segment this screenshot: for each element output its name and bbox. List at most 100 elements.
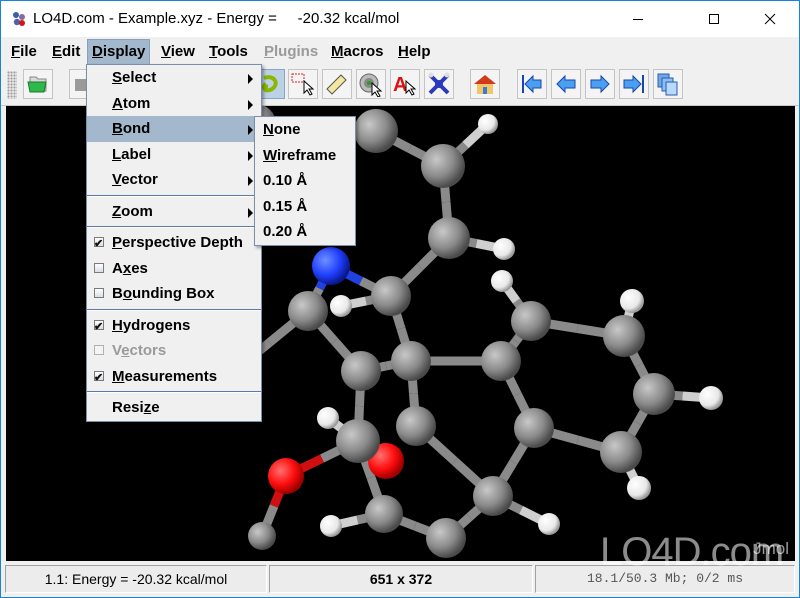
spin-pick-icon xyxy=(359,73,383,97)
atom-hydrogen[interactable] xyxy=(478,114,498,134)
atom-carbon[interactable] xyxy=(396,406,436,446)
atom-carbon[interactable] xyxy=(428,217,470,259)
checkbox-checked-icon[interactable] xyxy=(94,315,104,340)
molecule-drag-icon xyxy=(428,72,450,95)
atom-carbon[interactable] xyxy=(288,291,328,331)
open-file-button[interactable] xyxy=(23,69,53,99)
checkbox-checked-icon[interactable] xyxy=(94,232,104,258)
display-menu-item-atom[interactable]: Atom xyxy=(87,91,261,117)
menu-display[interactable]: Display xyxy=(87,39,151,65)
menu-label-part: V xyxy=(112,342,122,359)
previous-frame-button[interactable] xyxy=(551,69,581,99)
atom-carbon[interactable] xyxy=(514,408,554,448)
minimize-button[interactable] xyxy=(615,1,661,37)
bond-option-wireframe[interactable]: Wireframe xyxy=(255,143,355,169)
menu-mnemonic: x xyxy=(122,259,132,277)
home-button[interactable] xyxy=(470,69,500,99)
menu-edit[interactable]: Edit xyxy=(48,41,84,63)
label-pick-icon: A xyxy=(393,74,417,96)
copy-pages-button[interactable] xyxy=(653,69,683,99)
menu-tools-mnemonic: T xyxy=(209,43,218,60)
atom-hydrogen[interactable] xyxy=(538,513,560,535)
atom-carbon[interactable] xyxy=(391,341,431,381)
select-region-icon xyxy=(291,73,315,96)
menu-label-part: elect xyxy=(122,69,157,86)
menu-macros[interactable]: Macros xyxy=(327,41,388,63)
menu-label-part: easurements xyxy=(124,367,218,385)
menu-label-part: abel xyxy=(121,145,152,163)
checkbox-unchecked-icon[interactable] xyxy=(94,262,104,273)
display-menu-item-axes[interactable]: Axes xyxy=(87,256,261,282)
bond-option-0-10[interactable]: 0.10 Å xyxy=(255,168,355,194)
atom-carbon[interactable] xyxy=(600,431,642,473)
atom-hydrogen[interactable] xyxy=(493,238,515,260)
atom-carbon[interactable] xyxy=(633,373,675,415)
display-menu-item-hydrogens[interactable]: Hydrogens xyxy=(87,313,261,340)
checkbox-unchecked-icon[interactable] xyxy=(94,345,104,355)
atom-hydrogen[interactable] xyxy=(699,386,723,410)
atom-carbon[interactable] xyxy=(336,419,380,463)
atom-hydrogen[interactable] xyxy=(317,407,339,429)
maximize-button[interactable] xyxy=(691,1,737,37)
atom-carbon[interactable] xyxy=(473,476,513,516)
menu-label-part: one xyxy=(273,121,301,138)
checkbox-checked-icon[interactable] xyxy=(94,366,104,391)
window-title: LO4D.com - Example.xyz - Energy = -20.32… xyxy=(33,10,400,27)
display-menu-dropdown: SelectAtomBondLabelVectorZoomPerspective… xyxy=(86,64,262,422)
atom-carbon[interactable] xyxy=(511,301,551,341)
atom-hydrogen[interactable] xyxy=(620,289,644,313)
display-menu-item-measurements[interactable]: Measurements xyxy=(87,364,261,391)
atom-carbon[interactable] xyxy=(248,522,276,550)
display-menu-item-resize[interactable]: Resize xyxy=(87,395,261,421)
menu-view[interactable]: View xyxy=(157,41,199,63)
menu-file[interactable]: File xyxy=(7,41,41,63)
atom-carbon[interactable] xyxy=(371,276,411,316)
menu-plugins[interactable]: Plugins xyxy=(260,41,322,63)
display-menu-item-bond[interactable]: Bond xyxy=(87,116,261,142)
display-menu-item-perspective-depth[interactable]: Perspective Depth xyxy=(87,230,261,258)
atom-carbon[interactable] xyxy=(426,518,466,558)
atom-oxygen[interactable] xyxy=(268,458,304,494)
checkbox-unchecked-icon[interactable] xyxy=(94,288,104,298)
menu-tools[interactable]: Tools xyxy=(205,41,252,63)
atom-carbon[interactable] xyxy=(421,144,465,188)
atom-carbon[interactable] xyxy=(354,109,398,153)
display-menu-item-bounding-box[interactable]: Bounding Box xyxy=(87,281,261,307)
atom-carbon[interactable] xyxy=(603,315,645,357)
next-frame-button[interactable] xyxy=(585,69,615,99)
menu-help[interactable]: Help xyxy=(394,41,435,63)
bond-option-0-20[interactable]: 0.20 Å xyxy=(255,219,355,245)
display-menu-item-vectors[interactable]: Vectors xyxy=(87,338,261,364)
atom-hydrogen[interactable] xyxy=(330,295,352,317)
first-frame-button[interactable] xyxy=(517,69,547,99)
display-menu-item-select[interactable]: Select xyxy=(87,65,261,91)
toolbar-grip-handle[interactable] xyxy=(7,71,17,99)
menu-file-label: ile xyxy=(20,43,37,60)
copy-pages-icon xyxy=(657,73,678,96)
atom-carbon[interactable] xyxy=(341,351,381,391)
display-menu-item-vector[interactable]: Vector xyxy=(87,167,261,193)
display-menu-item-zoom[interactable]: Zoom xyxy=(87,199,261,225)
bond-option-none[interactable]: None xyxy=(255,117,355,143)
atom-hydrogen[interactable] xyxy=(627,476,651,500)
atom-hydrogen[interactable] xyxy=(320,515,342,537)
label-pick-button[interactable]: A xyxy=(390,69,420,99)
menu-mnemonic: H xyxy=(112,316,123,334)
atom-nitrogen[interactable] xyxy=(312,247,350,285)
last-frame-button[interactable] xyxy=(619,69,649,99)
select-region-button[interactable] xyxy=(288,69,318,99)
menu-separator xyxy=(87,308,261,311)
spin-pick-button[interactable] xyxy=(356,69,386,99)
atom-carbon[interactable] xyxy=(365,495,403,533)
close-button[interactable] xyxy=(747,1,793,37)
measure-button[interactable] xyxy=(322,69,352,99)
drag-molecule-button[interactable] xyxy=(424,69,454,99)
display-menu-item-label[interactable]: Label xyxy=(87,142,261,168)
menu-label-part: ector xyxy=(121,171,158,188)
open-folder-icon xyxy=(27,76,47,93)
status-dimensions: 651 x 372 xyxy=(269,565,533,593)
atom-hydrogen[interactable] xyxy=(491,270,513,292)
atom-carbon[interactable] xyxy=(481,341,521,381)
bond-option-0-15[interactable]: 0.15 Å xyxy=(255,194,355,220)
menu-mnemonic: N xyxy=(263,121,274,138)
